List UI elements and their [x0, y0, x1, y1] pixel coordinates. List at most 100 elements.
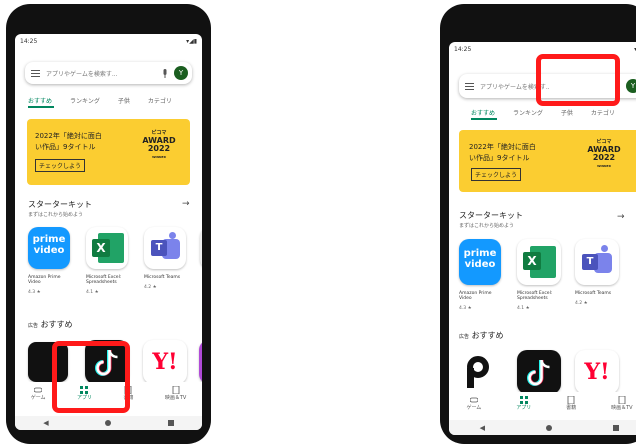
- prime-video-icon-right[interactable]: prime video: [459, 239, 501, 285]
- partial-app-icon-2[interactable]: [199, 340, 202, 384]
- tab-underline: [28, 106, 54, 108]
- tiktok-note-icon-right: [527, 360, 550, 386]
- highlight-box-apps-tab: [52, 341, 130, 413]
- menu-icon[interactable]: [31, 68, 40, 79]
- prime-line1-right: prime: [463, 248, 497, 259]
- yahoo-text: Y!: [152, 349, 178, 375]
- prime-line2-right: video: [464, 259, 496, 270]
- app-rating-prime-right: 4.3 ★: [459, 306, 472, 311]
- category-tabs-right: おすすめ ランキング 子供 カテゴリ: [471, 108, 633, 117]
- award-badge-right: ピコマ AWARD 2022 WINNER: [579, 138, 629, 170]
- avatar-right[interactable]: Y: [626, 79, 636, 93]
- app-name-prime: Amazon Prime Video: [28, 275, 61, 285]
- tiktok-icon-right[interactable]: [517, 350, 561, 394]
- search-placeholder: アプリやゲームを検索す...: [46, 70, 118, 78]
- app-rating-excel-right: 4.1 ★: [517, 306, 530, 311]
- tab-underline-right: [471, 118, 497, 120]
- ad-badge-right: 広告: [459, 334, 470, 340]
- arrow-right-icon-right[interactable]: →: [617, 212, 625, 222]
- system-nav-bar: ◀: [15, 416, 202, 430]
- nav-games-label: ゲーム: [30, 395, 46, 401]
- tab-recommended-right[interactable]: おすすめ: [471, 108, 495, 117]
- nav-books-label-right: 書籍: [566, 405, 577, 411]
- back-icon-right[interactable]: ◀: [480, 424, 485, 432]
- teams-icon[interactable]: T: [144, 227, 186, 269]
- gamepad-icon: [34, 387, 43, 393]
- yahoo-icon[interactable]: Y!: [143, 340, 187, 384]
- tab-category-right[interactable]: カテゴリ: [591, 108, 615, 117]
- award-sub-right: WINNER: [597, 164, 611, 168]
- nav-games-right[interactable]: ゲーム: [466, 396, 481, 422]
- arrow-right-icon[interactable]: →: [182, 199, 190, 209]
- signal-icon: ▾◢▮: [186, 37, 197, 45]
- tab-category[interactable]: カテゴリ: [148, 96, 172, 105]
- p-logo-stem: [467, 368, 474, 388]
- app-name-teams: Microsoft Teams: [144, 275, 181, 280]
- book-icon-right: [567, 396, 575, 404]
- apps-icon-right: [519, 396, 528, 404]
- mic-icon[interactable]: [162, 68, 168, 78]
- check-button-right[interactable]: チェックしよう: [471, 168, 522, 181]
- starter-subtitle: まずはこれから始めよう: [28, 212, 84, 218]
- nav-apps-right[interactable]: アプリ: [516, 396, 531, 422]
- app-name-teams-right: Microsoft Teams: [575, 291, 612, 296]
- nav-books-right[interactable]: 書籍: [566, 396, 576, 422]
- award-badge: ピコマ AWARD 2022 WINNER: [135, 129, 183, 161]
- award-banner-right[interactable]: 2022年「絶対に面白 い作品」9タイトル チェックしよう ピコマ AWARD …: [459, 130, 636, 192]
- teams-icon-right[interactable]: T: [575, 239, 619, 285]
- menu-icon-right[interactable]: [465, 81, 474, 92]
- excel-icon[interactable]: X: [86, 227, 128, 269]
- nav-movies[interactable]: 映画＆TV: [165, 386, 186, 416]
- ads-title: おすすめ: [40, 320, 73, 329]
- status-time-right: 14:25: [454, 45, 472, 53]
- home-icon-right[interactable]: [546, 424, 553, 431]
- app-rating-excel: 4.1 ★: [86, 290, 99, 295]
- status-bar: 14:25 ▾◢▮: [15, 34, 202, 48]
- partial-app-icon[interactable]: [200, 227, 202, 269]
- banner-line2-right: い作品」9タイトル: [469, 154, 530, 162]
- nav-games[interactable]: ゲーム: [31, 386, 46, 416]
- excel-letter: X: [92, 239, 110, 257]
- ad-badge: 広告: [28, 323, 39, 329]
- tab-ranking-right[interactable]: ランキング: [513, 108, 543, 117]
- highlight-box-search-mic: [536, 54, 620, 106]
- gamepad-icon-right: [469, 397, 478, 403]
- ads-title-right: おすすめ: [471, 331, 504, 340]
- app-name-prime-right: Amazon Prime Video: [459, 291, 492, 301]
- recents-icon[interactable]: [167, 420, 174, 426]
- prime-video-icon[interactable]: prime video: [28, 227, 70, 269]
- award-banner[interactable]: 2022年「絶対に面白 い作品」9タイトル チェックしよう ピコマ AWARD …: [27, 119, 190, 185]
- home-icon[interactable]: [105, 420, 112, 426]
- search-bar[interactable]: アプリやゲームを検索す... Y: [25, 62, 192, 84]
- tab-kids[interactable]: 子供: [118, 96, 130, 105]
- p-app-icon-right[interactable]: [459, 352, 499, 392]
- yahoo-icon-right[interactable]: Y!: [575, 350, 619, 394]
- bottom-nav-right: ゲーム アプリ 書籍 映画＆TV: [449, 392, 636, 422]
- nav-games-label-right: ゲーム: [466, 405, 482, 411]
- excel-icon-right[interactable]: X: [517, 239, 561, 285]
- right-phone: 14:25 ▾◢▮ アプリやゲームを検索す.. Y おすすめ ランキング 子供 …: [440, 4, 636, 444]
- app-name-excel-right: Microsoft Excel: Spreadsheets: [517, 291, 553, 301]
- starter-title-right: スターターキット: [459, 211, 523, 220]
- app-rating-teams-right: 4.2 ★: [575, 301, 588, 306]
- ads-section-title: 広告 おすすめ: [28, 319, 73, 330]
- banner-line2: い作品」9タイトル: [35, 143, 96, 151]
- tab-kids-right[interactable]: 子供: [561, 108, 573, 117]
- nav-movies-label: 映画＆TV: [164, 395, 187, 401]
- avatar[interactable]: Y: [174, 66, 188, 80]
- starter-subtitle-right: まずはこれから始めよう: [459, 223, 515, 229]
- excel-letter-right: X: [523, 252, 541, 270]
- status-time: 14:25: [20, 37, 38, 45]
- nav-movies-label-right: 映画＆TV: [611, 405, 633, 411]
- tab-recommended[interactable]: おすすめ: [28, 96, 52, 105]
- recents-icon-right[interactable]: [613, 424, 620, 431]
- teams-letter-right: T: [582, 254, 598, 270]
- movie-icon: [172, 386, 179, 394]
- system-nav-bar-right: ◀: [449, 420, 636, 435]
- nav-movies-right[interactable]: 映画＆TV: [611, 396, 633, 422]
- back-icon[interactable]: ◀: [43, 419, 48, 427]
- check-button[interactable]: チェックしよう: [35, 159, 86, 172]
- award-sub: WINNER: [152, 155, 166, 159]
- tab-ranking[interactable]: ランキング: [70, 96, 100, 105]
- award-year: 2022: [147, 144, 171, 153]
